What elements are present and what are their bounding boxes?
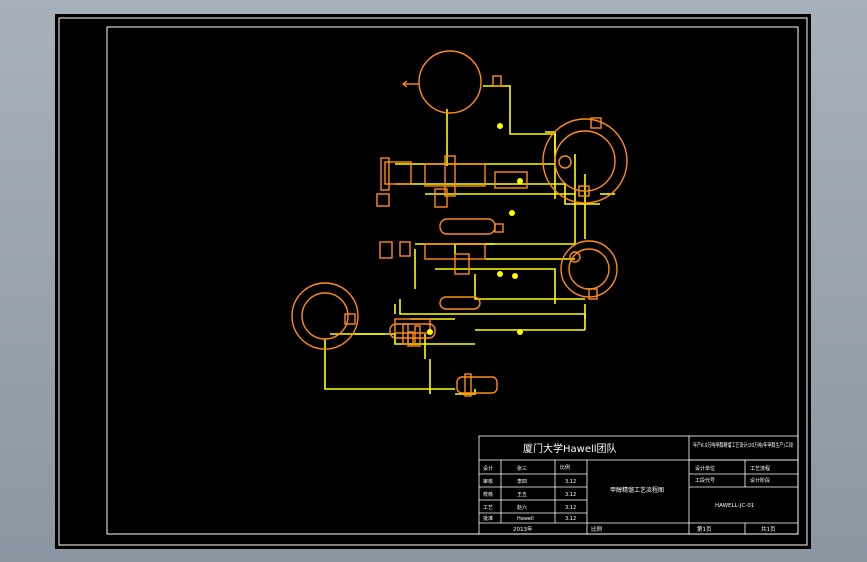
valves bbox=[427, 123, 523, 335]
scale-label: 比例 bbox=[591, 525, 603, 533]
total-label: 共1页 bbox=[761, 525, 776, 533]
row-2-name: 王五 bbox=[517, 492, 527, 498]
row-4-role: 批准 bbox=[483, 515, 493, 522]
process-flow-drawing: 厦门大学Hawell团队 年产6.0万吨甲醇精馏工艺设计(20万吨/年甲醇生产)… bbox=[58, 17, 808, 546]
header-cell-scale: 比例 bbox=[560, 464, 570, 471]
row-2-date: 3.12 bbox=[565, 492, 576, 498]
row-1-name: 李四 bbox=[517, 478, 527, 485]
year-label: 2013年 bbox=[513, 525, 533, 533]
sheet-label: 第1页 bbox=[697, 525, 712, 533]
piping bbox=[324, 85, 615, 395]
row-3-date: 3.12 bbox=[565, 505, 576, 511]
pump-1 bbox=[456, 376, 498, 394]
right-cell-2: 工段代号 bbox=[695, 477, 715, 484]
cad-viewport[interactable]: 厦门大学Hawell团队 年产6.0万吨甲醇精馏工艺设计(20万吨/年甲醇生产)… bbox=[55, 14, 811, 549]
tank-nozzle bbox=[492, 75, 502, 87]
reboiler-1 bbox=[439, 218, 496, 235]
row-3-role: 工艺 bbox=[483, 505, 493, 511]
drawing-number: HAWELL-JC-01 bbox=[715, 503, 754, 509]
storage-tank-top bbox=[418, 50, 482, 114]
right-cell-0: 设计单位 bbox=[695, 465, 715, 472]
row-3-name: 赵六 bbox=[517, 504, 527, 511]
row-2-role: 校核 bbox=[483, 491, 493, 498]
cooler-1 bbox=[439, 296, 481, 310]
row-4-name: Hawell bbox=[517, 516, 534, 522]
org-name: 厦门大学Hawell团队 bbox=[523, 442, 617, 455]
right-cell-3: 设计阶段 bbox=[750, 477, 770, 484]
right-cell-1: 工艺流程 bbox=[750, 465, 770, 472]
row-0-role: 设计 bbox=[483, 465, 493, 472]
row-0-name: 张三 bbox=[517, 465, 527, 472]
drawing-frame bbox=[106, 26, 799, 535]
project-name: 年产6.0万吨甲醇精馏工艺设计(20万吨/年甲醇生产)工段 bbox=[693, 441, 793, 449]
drawing-title: 甲醇精馏工艺流程图 bbox=[610, 486, 664, 494]
row-1-date: 3.12 bbox=[565, 479, 576, 485]
row-1-role: 审核 bbox=[483, 478, 493, 485]
row-4-date: 3.12 bbox=[565, 516, 576, 522]
